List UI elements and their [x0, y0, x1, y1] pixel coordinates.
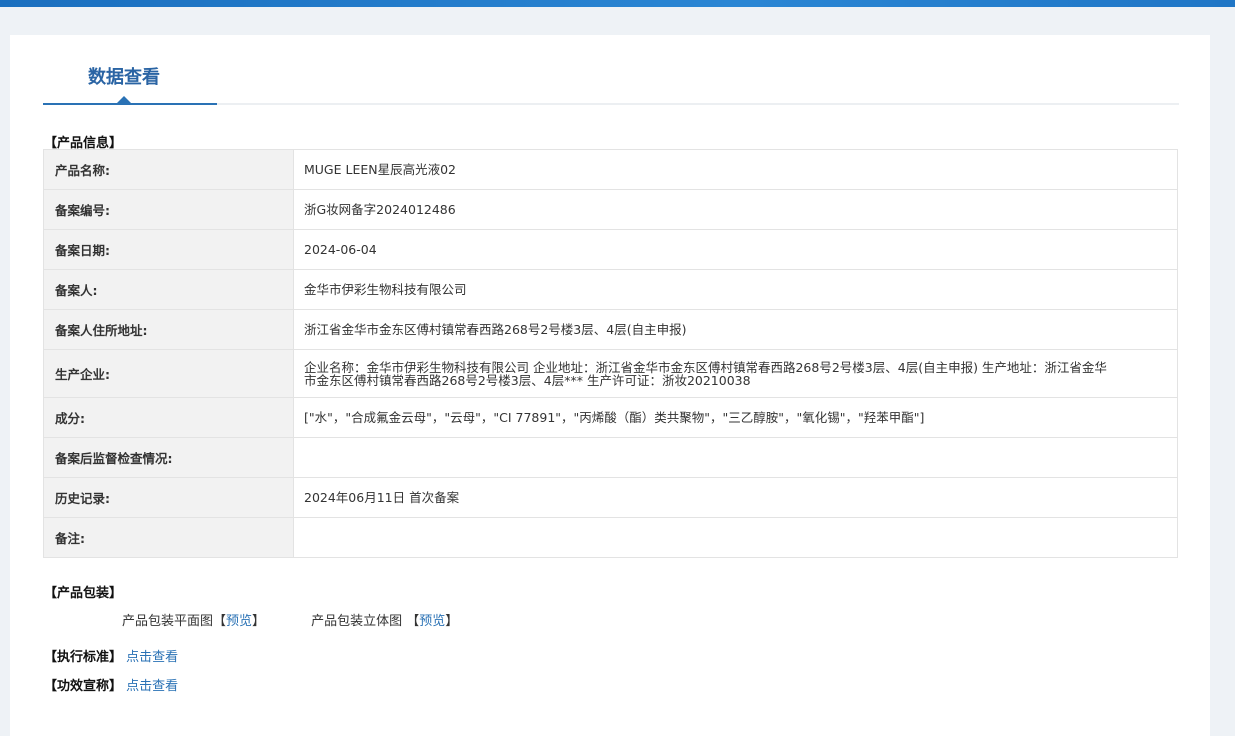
table-row: 备案日期: 2024-06-04 — [43, 229, 1178, 270]
table-row: 生产企业: 企业名称：金华市伊彩生物科技有限公司 企业地址：浙江省金华市金东区傅村… — [43, 349, 1178, 398]
efficacy-view-link[interactable]: 点击查看 — [126, 679, 178, 694]
table-row: 产品名称: MUGE LEEN星辰高光液02 — [43, 149, 1178, 190]
standard-line: 【执行标准】 点击查看 — [44, 646, 178, 665]
tab-caret-icon — [117, 96, 131, 103]
row-value: 2024年06月11日 首次备案 — [293, 477, 1178, 518]
row-value: 金华市伊彩生物科技有限公司 — [293, 269, 1178, 310]
row-value: 浙江省金华市金东区傅村镇常春西路268号2号楼3层、4层(自主申报) — [293, 309, 1178, 350]
packaging-flat-label: 产品包装平面图 — [122, 614, 214, 629]
standard-view-link[interactable]: 点击查看 — [126, 650, 178, 665]
tab-title: 数据查看 — [88, 67, 160, 88]
efficacy-line: 【功效宣称】 点击查看 — [44, 675, 178, 694]
table-row: 历史记录: 2024年06月11日 首次备案 — [43, 477, 1178, 518]
content-panel: 数据查看 【产品信息】 产品名称: MUGE LEEN星辰高光液02 备案编号: 浙G… — [10, 35, 1210, 736]
table-row: 备案后监督检查情况: — [43, 437, 1178, 478]
row-label: 备注: — [43, 517, 294, 558]
table-row: 备案人: 金华市伊彩生物科技有限公司 — [43, 269, 1178, 310]
table-row: 成分: ["水"，"合成氟金云母"，"云母"，"CI 77891"，"丙烯酸（酯）… — [43, 397, 1178, 438]
bracket-close: 】 — [445, 614, 459, 629]
section-packaging: 【产品包装】 — [44, 586, 123, 601]
section-efficacy: 【功效宣称】 — [44, 679, 123, 694]
top-accent-bar — [0, 0, 1235, 7]
row-label: 备案人: — [43, 269, 294, 310]
tab-bar: 数据查看 — [43, 35, 1179, 105]
packaging-flat-preview-link[interactable]: 预览 — [226, 614, 252, 629]
row-value: 企业名称：金华市伊彩生物科技有限公司 企业地址：浙江省金华市金东区傅村镇常春西路… — [293, 349, 1178, 398]
packaging-solid-preview-link[interactable]: 预览 — [419, 614, 445, 629]
row-value: MUGE LEEN星辰高光液02 — [293, 149, 1178, 190]
row-label: 备案日期: — [43, 229, 294, 270]
row-label: 成分: — [43, 397, 294, 438]
row-value — [293, 517, 1178, 558]
table-row: 备案人住所地址: 浙江省金华市金东区傅村镇常春西路268号2号楼3层、4层(自主申… — [43, 309, 1178, 350]
table-row: 备案编号: 浙G妆网备字2024012486 — [43, 189, 1178, 230]
row-value — [293, 437, 1178, 478]
row-value: ["水"，"合成氟金云母"，"云母"，"CI 77891"，"丙烯酸（酯）类共聚… — [293, 397, 1178, 438]
section-standard: 【执行标准】 — [44, 650, 123, 665]
bracket-open: 【 — [213, 614, 227, 629]
bracket-close: 】 — [252, 614, 266, 629]
table-row: 备注: — [43, 517, 1178, 558]
row-value: 浙G妆网备字2024012486 — [293, 189, 1178, 230]
packaging-line: 产品包装平面图【预览】 产品包装立体图 【预览】 — [122, 610, 458, 629]
row-label: 备案后监督检查情况: — [43, 437, 294, 478]
bracket-open: 【 — [406, 614, 420, 629]
row-label: 生产企业: — [43, 349, 294, 398]
row-label: 备案人住所地址: — [43, 309, 294, 350]
row-label: 历史记录: — [43, 477, 294, 518]
row-label: 备案编号: — [43, 189, 294, 230]
row-label: 产品名称: — [43, 149, 294, 190]
tab-data-view[interactable]: 数据查看 — [43, 35, 217, 105]
row-value: 2024-06-04 — [293, 229, 1178, 270]
packaging-solid-label: 产品包装立体图 — [311, 614, 403, 629]
product-info-table: 产品名称: MUGE LEEN星辰高光液02 备案编号: 浙G妆网备字20240124… — [43, 149, 1178, 558]
